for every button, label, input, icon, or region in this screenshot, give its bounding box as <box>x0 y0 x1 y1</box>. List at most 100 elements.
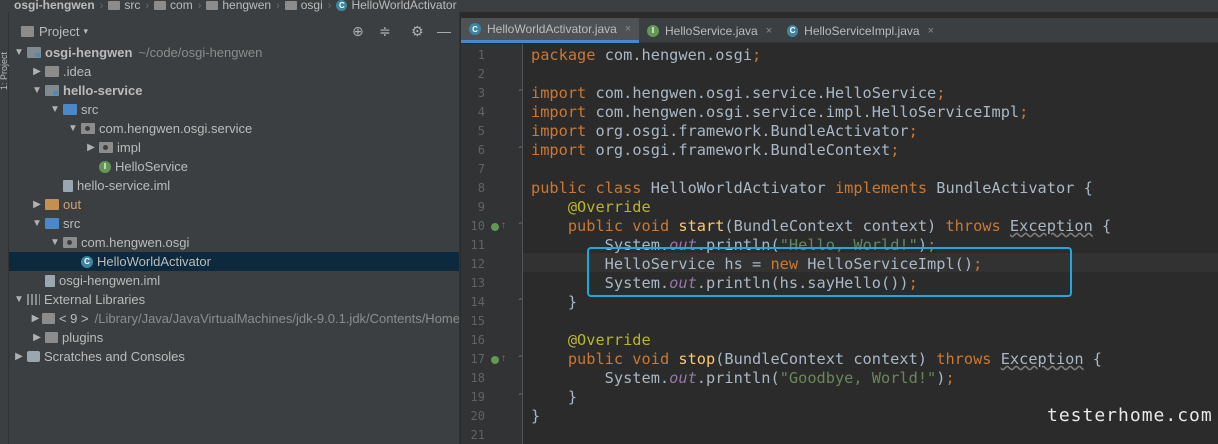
breadcrumb-item[interactable]: src <box>108 0 140 12</box>
code-line[interactable]: @Override <box>531 331 651 350</box>
tree-item[interactable]: ▼ src <box>9 214 459 233</box>
tree-item[interactable]: ▼ osgi-hengwen ~/code/osgi-hengwen <box>9 43 459 62</box>
expand-arrow-icon[interactable]: ▼ <box>13 294 25 305</box>
project-tool-window-button[interactable]: 1: Project <box>0 20 9 90</box>
breadcrumb-label: osgi-hengwen <box>14 0 95 12</box>
code-line[interactable]: import org.osgi.framework.BundleActivato… <box>531 122 918 141</box>
iml-file-icon <box>45 274 55 287</box>
code-line[interactable]: public void start(BundleContext context)… <box>531 217 1111 236</box>
fold-marker-icon[interactable]: ⌃ <box>517 221 525 231</box>
tree-item[interactable]: ▼ External Libraries <box>9 290 459 309</box>
tree-item-label: hello-service <box>63 83 143 98</box>
source-folder-icon <box>63 104 77 115</box>
go-to-super-icon[interactable]: ↑ <box>501 221 506 231</box>
collapse-arrow-icon[interactable]: ▶ <box>31 66 43 77</box>
close-icon[interactable]: × <box>625 23 631 35</box>
fold-marker-icon[interactable]: ⌃ <box>517 354 525 364</box>
collapse-all-icon[interactable]: ≑ <box>379 23 391 40</box>
code-line[interactable]: public class HelloWorldActivator impleme… <box>531 179 1093 198</box>
fold-marker-icon[interactable]: ⌃ <box>517 297 525 307</box>
code-line[interactable]: System.out.println("Goodbye, World!"); <box>531 369 955 388</box>
line-number: 11 <box>470 238 485 252</box>
tree-item[interactable]: ▼ hello-service <box>9 81 459 100</box>
code-line[interactable]: } <box>531 407 540 426</box>
code-line[interactable]: import org.osgi.framework.BundleContext; <box>531 141 899 160</box>
editor-tab[interactable]: C HelloServiceImpl.java × <box>779 18 934 43</box>
locate-icon[interactable]: ⊕ <box>352 23 364 40</box>
code-line[interactable]: package com.hengwen.osgi; <box>531 46 761 65</box>
tree-item[interactable]: ▶ Scratches and Consoles <box>9 347 459 366</box>
tree-item[interactable]: ▶ impl <box>9 138 459 157</box>
implements-method-icon[interactable] <box>491 223 499 231</box>
fold-marker-icon[interactable]: ⌃ <box>517 392 525 402</box>
line-number: 3 <box>477 86 485 100</box>
tree-item-label: plugins <box>62 330 104 345</box>
project-folder-icon <box>21 25 34 37</box>
code-line[interactable]: import com.hengwen.osgi.service.HelloSer… <box>531 84 945 103</box>
tree-item[interactable]: ▼ com.hengwen.osgi.service <box>9 119 459 138</box>
tree-item[interactable]: C HelloWorldActivator <box>9 252 459 271</box>
chevron-down-icon[interactable]: ▾ <box>83 26 88 37</box>
tree-item[interactable]: ▶ out <box>9 195 459 214</box>
line-number: 19 <box>470 390 485 404</box>
expand-arrow-icon[interactable]: ▼ <box>67 123 79 134</box>
tree-item-label: com.hengwen.osgi.service <box>99 121 253 136</box>
folder-icon <box>108 0 121 10</box>
breadcrumb-separator-icon: › <box>99 0 104 12</box>
gear-icon[interactable]: ⚙ <box>411 23 424 40</box>
jdk-icon <box>45 332 58 343</box>
tree-item-path: /Library/Java/JavaVirtualMachines/jdk-9.… <box>94 311 460 326</box>
line-number: 18 <box>470 371 485 385</box>
code-area[interactable]: package com.hengwen.osgi; import com.heng… <box>531 44 1218 444</box>
expand-arrow-icon[interactable]: ▼ <box>31 218 43 229</box>
close-icon[interactable]: × <box>766 25 772 37</box>
tree-item[interactable]: ▼ com.hengwen.osgi <box>9 233 459 252</box>
project-view-selector[interactable]: Project <box>39 24 79 39</box>
close-icon[interactable]: × <box>928 25 934 37</box>
code-line[interactable]: } <box>531 293 577 312</box>
editor-tab[interactable]: C HelloWorldActivator.java × <box>461 18 639 43</box>
collapse-arrow-icon[interactable]: ▶ <box>13 351 25 362</box>
breadcrumb-item[interactable]: osgi <box>284 0 323 12</box>
fold-marker-icon[interactable]: ⌃ <box>517 145 525 155</box>
expand-arrow-icon[interactable]: ▼ <box>13 47 25 58</box>
line-number: 6 <box>477 143 485 157</box>
code-line[interactable]: import com.hengwen.osgi.service.impl.Hel… <box>531 103 1028 122</box>
line-number: 9 <box>477 200 485 214</box>
collapse-arrow-icon[interactable]: ▶ <box>31 313 40 324</box>
tab-label: HelloServiceImpl.java <box>804 23 920 38</box>
collapse-arrow-icon[interactable]: ▶ <box>85 142 97 153</box>
tree-item[interactable]: ▶ plugins <box>9 328 459 347</box>
collapse-arrow-icon[interactable]: ▶ <box>31 332 43 343</box>
line-number: 14 <box>470 295 485 309</box>
expand-arrow-icon[interactable]: ▼ <box>49 104 61 115</box>
tree-item[interactable]: I HelloService <box>9 157 459 176</box>
tree-item[interactable]: hello-service.iml <box>9 176 459 195</box>
breadcrumb-item[interactable]: com <box>154 0 193 12</box>
breadcrumb-item[interactable]: C HelloWorldActivator <box>336 0 457 12</box>
breadcrumb-item[interactable]: hengwen <box>206 0 271 12</box>
tree-item-label: out <box>63 197 82 212</box>
expand-arrow-icon[interactable]: ▼ <box>49 237 61 248</box>
collapse-arrow-icon[interactable]: ▶ <box>31 199 43 210</box>
code-line[interactable]: public void stop(BundleContext context) … <box>531 350 1102 369</box>
breadcrumb-item[interactable]: osgi-hengwen <box>14 0 95 12</box>
breadcrumb-separator-icon: › <box>327 0 332 12</box>
editor-tab[interactable]: I HelloService.java × <box>639 18 779 43</box>
tree-item[interactable]: ▶ < 9 > /Library/Java/JavaVirtualMachines/… <box>9 309 460 328</box>
tree-item[interactable]: osgi-hengwen.iml <box>9 271 459 290</box>
fold-marker-icon[interactable]: ⌃ <box>517 88 525 98</box>
code-line[interactable]: } <box>531 388 577 407</box>
module-icon <box>27 47 41 58</box>
tree-item[interactable]: ▶ .idea <box>9 62 459 81</box>
tree-item[interactable]: ▼ src <box>9 100 459 119</box>
line-number: 12 <box>470 257 485 271</box>
go-to-super-icon[interactable]: ↑ <box>501 354 506 364</box>
implements-method-icon[interactable] <box>491 356 499 364</box>
tree-item-label: impl <box>117 140 141 155</box>
tree-item-label: .idea <box>63 64 92 79</box>
expand-arrow-icon[interactable]: ▼ <box>31 85 43 96</box>
line-number: 7 <box>477 162 485 176</box>
hide-panel-icon[interactable]: — <box>437 23 451 39</box>
code-line[interactable]: @Override <box>531 198 651 217</box>
